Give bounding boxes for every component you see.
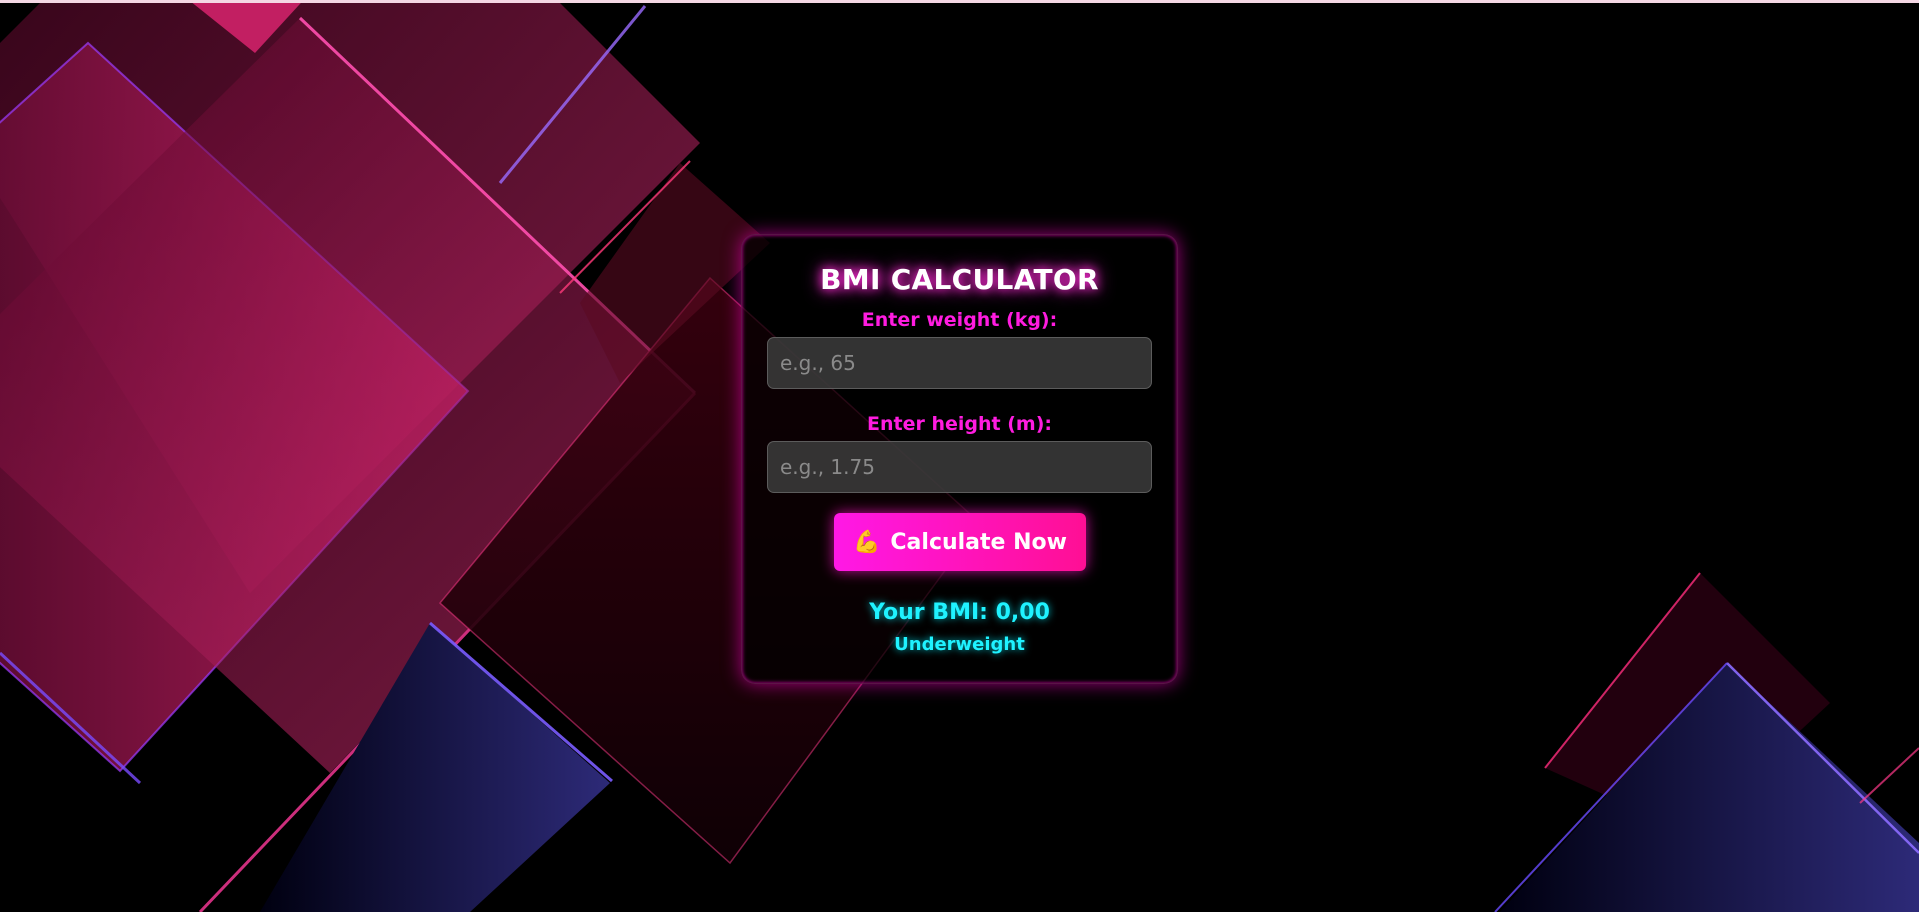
weight-label: Enter weight (kg): <box>861 309 1058 331</box>
bmi-result: Your BMI: 0,00 <box>869 600 1050 625</box>
weight-input[interactable] <box>767 337 1152 389</box>
bmi-card: BMI CALCULATOR Enter weight (kg): Enter … <box>741 234 1178 684</box>
page-title: BMI CALCULATOR <box>820 263 1099 296</box>
flexed-biceps-icon: 💪 <box>853 529 881 555</box>
height-label: Enter height (m): <box>867 413 1052 435</box>
bmi-category: Underweight <box>894 634 1025 655</box>
calculate-button-label: Calculate Now <box>890 529 1067 555</box>
calculate-button[interactable]: 💪 Calculate Now <box>834 513 1086 571</box>
height-input[interactable] <box>767 441 1152 493</box>
